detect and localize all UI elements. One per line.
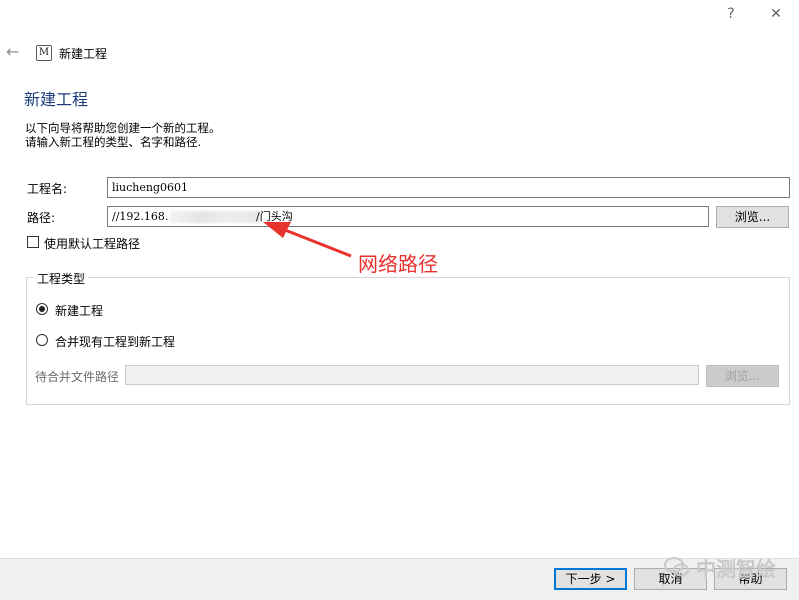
page-title: 新建工程: [24, 90, 89, 109]
default-path-checkbox[interactable]: [27, 236, 39, 248]
merge-project-radio-label[interactable]: 合并现有工程到新工程: [55, 333, 175, 350]
description-line-1: 以下向导将帮助您创建一个新的工程。: [25, 121, 221, 135]
path-label: 路径:: [27, 211, 56, 225]
redacted-ip-segment: [170, 211, 260, 223]
help-button[interactable]: ?: [721, 4, 741, 24]
app-logo-icon: M: [36, 45, 52, 61]
watermark-text: 中测智绘: [696, 557, 776, 581]
back-arrow-icon[interactable]: ←: [6, 42, 19, 61]
next-button[interactable]: 下一步 >: [554, 568, 627, 590]
close-button[interactable]: ✕: [766, 4, 786, 24]
path-input[interactable]: //192.168. /门头沟: [107, 206, 709, 227]
browse-path-button[interactable]: 浏览...: [716, 206, 789, 228]
merge-browse-button: 浏览...: [706, 365, 779, 387]
merge-project-radio[interactable]: [36, 334, 48, 346]
project-name-input[interactable]: liucheng0601: [107, 177, 790, 198]
annotation-label: 网络路径: [358, 252, 438, 276]
path-prefix-text: //192.168.: [112, 210, 169, 223]
merge-path-input: [125, 365, 699, 385]
project-name-label: 工程名:: [27, 182, 68, 196]
project-type-group-title: 工程类型: [34, 270, 89, 287]
new-project-radio[interactable]: [36, 303, 48, 315]
new-project-radio-label[interactable]: 新建工程: [55, 302, 103, 319]
annotation-arrow-icon: [263, 222, 352, 258]
wechat-icon: [664, 557, 689, 577]
description-line-2: 请输入新工程的类型、名字和路径.: [25, 135, 202, 149]
merge-path-label: 待合并文件路径: [35, 370, 120, 384]
window-title: 新建工程: [59, 47, 108, 61]
default-path-label[interactable]: 使用默认工程路径: [44, 235, 140, 252]
